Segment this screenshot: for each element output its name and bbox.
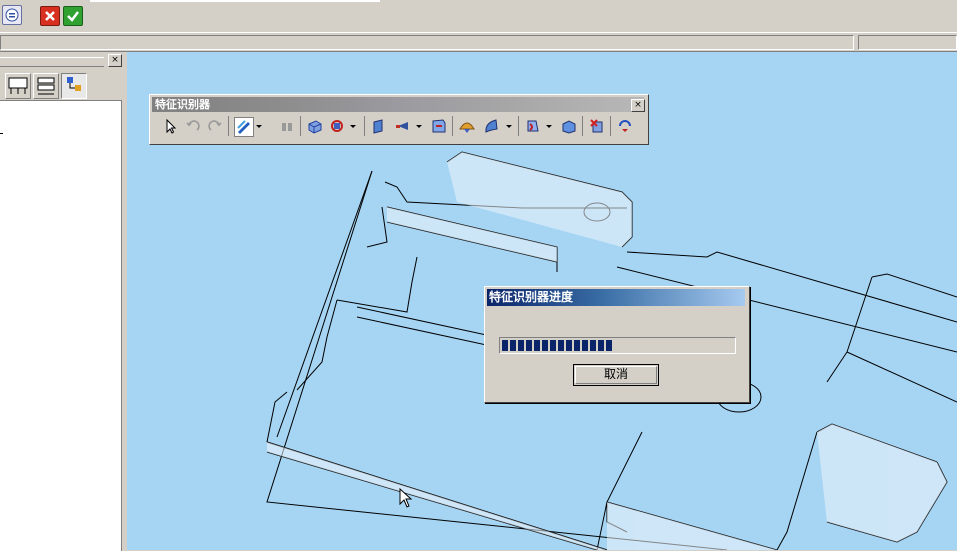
status-field-right (858, 35, 957, 50)
layers-icon[interactable] (33, 73, 59, 99)
progress-bar (499, 337, 736, 354)
toolbar-separator (452, 116, 453, 136)
dropdown-arrow-icon[interactable] (254, 117, 264, 135)
toolbar-title[interactable]: 特征识别器 (152, 97, 644, 112)
redo-icon[interactable] (206, 117, 224, 135)
toolbar-divider (90, 0, 380, 2)
face-icon[interactable] (306, 117, 324, 135)
panel-grip[interactable] (0, 57, 104, 67)
extrude-icon[interactable] (560, 117, 578, 135)
feature-recognizer-toolbar: 特征识别器 × (149, 94, 649, 145)
progress-segment (558, 340, 564, 351)
rotate-icon[interactable] (328, 117, 346, 135)
progress-segment (542, 340, 548, 351)
cancel-button-label: 取消 (603, 367, 628, 381)
cut-icon[interactable] (524, 117, 542, 135)
cancel-button[interactable]: 取消 (573, 364, 659, 386)
progress-segment (598, 340, 604, 351)
hierarchy-icon[interactable] (61, 73, 87, 99)
progress-dialog: 特征识别器进度 取消 (484, 286, 750, 403)
plane-icon[interactable] (370, 117, 388, 135)
surface-icon[interactable] (482, 117, 500, 135)
feature-tree-icon[interactable] (5, 73, 31, 99)
toolbar-separator (300, 116, 301, 136)
pin-icon[interactable] (394, 117, 412, 135)
delete-feature-icon[interactable] (588, 117, 606, 135)
progress-segment (574, 340, 580, 351)
feature-tree-list[interactable] (0, 100, 122, 551)
progress-segment (518, 340, 524, 351)
progress-segment (566, 340, 572, 351)
recognize-icon[interactable] (234, 117, 254, 137)
dropdown-arrow-icon[interactable] (504, 117, 514, 135)
toolbar-separator (364, 116, 365, 136)
mouse-cursor-icon (399, 488, 413, 508)
toolbar-separator (518, 116, 519, 136)
toolbar-separator (228, 116, 229, 136)
progress-segment (510, 340, 516, 351)
dropdown-arrow-icon[interactable] (348, 117, 358, 135)
progress-segment (550, 340, 556, 351)
refresh-icon[interactable] (616, 117, 634, 135)
tree-line (0, 133, 3, 134)
progress-segment (590, 340, 596, 351)
progress-segment (534, 340, 540, 351)
toolbar-close-button[interactable]: × (631, 99, 645, 112)
progress-dialog-title[interactable]: 特征识别器进度 (487, 289, 745, 306)
left-panel-close-button[interactable]: × (108, 54, 122, 67)
progress-segment (526, 340, 532, 351)
dome-icon[interactable] (458, 117, 476, 135)
status-field (0, 35, 854, 50)
toolbar-separator (610, 116, 611, 136)
undo-icon[interactable] (184, 117, 202, 135)
status-row (0, 32, 957, 52)
left-panel: × (0, 52, 124, 551)
top-toolbar (0, 0, 957, 32)
chamfer-icon[interactable] (430, 117, 448, 135)
confirm-check-icon[interactable] (63, 6, 83, 26)
progress-segment (502, 340, 508, 351)
dropdown-arrow-icon[interactable] (544, 117, 554, 135)
binoculars-icon[interactable] (278, 117, 296, 135)
progress-segment (582, 340, 588, 351)
progress-segment (606, 340, 612, 351)
toolbar-separator (582, 116, 583, 136)
cancel-x-icon[interactable] (40, 6, 60, 26)
select-icon[interactable] (162, 117, 180, 135)
dropdown-arrow-icon[interactable] (414, 117, 424, 135)
options-icon[interactable] (2, 5, 22, 25)
